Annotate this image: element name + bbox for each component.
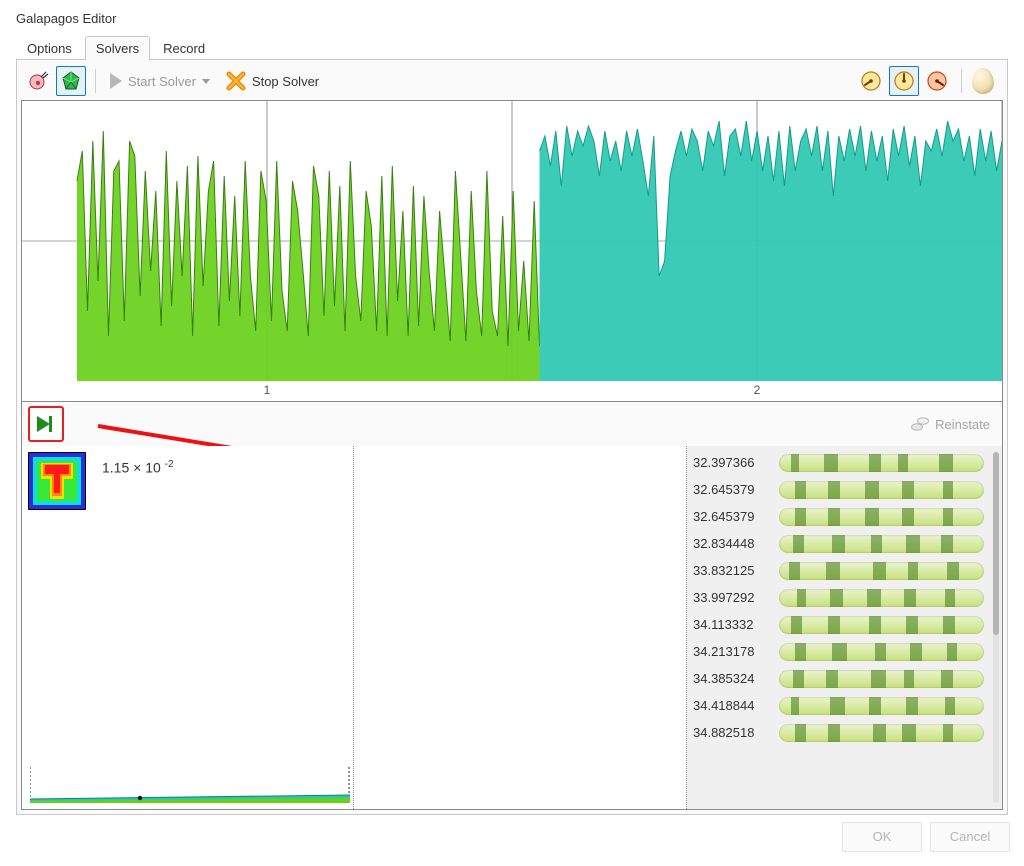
genome-value: 32.397366 bbox=[691, 455, 779, 470]
genome-bar bbox=[779, 508, 984, 526]
middle-panel bbox=[354, 446, 687, 809]
reinstate-bar: Reinstate bbox=[21, 402, 1003, 446]
genome-value: 32.645379 bbox=[691, 509, 779, 524]
genome-bar bbox=[779, 616, 984, 634]
convergence-plot bbox=[30, 767, 350, 803]
toolbar: Start Solver Stop Solver bbox=[21, 64, 1003, 100]
solver-annealing-button[interactable] bbox=[56, 66, 86, 96]
start-solver-button[interactable]: Start Solver bbox=[102, 67, 218, 95]
genome-row[interactable]: 34.113332 bbox=[691, 612, 1002, 637]
genome-row[interactable]: 32.645379 bbox=[691, 477, 1002, 502]
genome-row[interactable]: 33.832125 bbox=[691, 558, 1002, 583]
genome-scrollbar[interactable] bbox=[993, 452, 999, 803]
genome-bar bbox=[779, 562, 984, 580]
fitness-chart[interactable]: 12 bbox=[21, 100, 1003, 402]
genome-panel: 32.397366 32.645379 32.645379 32.834448 33.8… bbox=[687, 446, 1002, 809]
stop-solver-button[interactable]: Stop Solver bbox=[218, 67, 327, 95]
genome-bar bbox=[779, 589, 984, 607]
x-tick: 1 bbox=[22, 383, 512, 401]
window-title: Galapagos Editor bbox=[10, 5, 1014, 34]
egg-icon bbox=[972, 68, 994, 94]
genome-bar bbox=[779, 454, 984, 472]
tab-solvers[interactable]: Solvers bbox=[85, 36, 150, 60]
speed-medium-button[interactable] bbox=[889, 66, 919, 96]
play-icon bbox=[110, 73, 122, 89]
x-icon bbox=[226, 71, 246, 91]
genome-value: 34.385324 bbox=[691, 671, 779, 686]
genome-bar bbox=[779, 481, 984, 499]
toolbar-separator bbox=[961, 69, 962, 93]
stop-solver-label: Stop Solver bbox=[252, 74, 319, 89]
reinstate-button[interactable]: Reinstate bbox=[902, 412, 998, 436]
solution-fitness-value: 1.15 × 10 -2 bbox=[102, 452, 174, 477]
cancel-button[interactable]: Cancel bbox=[930, 822, 1010, 852]
genome-value: 33.997292 bbox=[691, 590, 779, 605]
genome-row[interactable]: 32.397366 bbox=[691, 450, 1002, 475]
gauge-mid-icon bbox=[893, 70, 915, 92]
solver-evolutionary-button[interactable] bbox=[23, 66, 53, 96]
genome-bar bbox=[779, 535, 984, 553]
tab-record[interactable]: Record bbox=[152, 36, 216, 60]
ok-button[interactable]: OK bbox=[842, 822, 922, 852]
reinstate-icon bbox=[910, 414, 930, 434]
start-solver-label: Start Solver bbox=[128, 74, 196, 89]
toolbar-separator bbox=[95, 69, 96, 93]
genome-value: 34.418844 bbox=[691, 698, 779, 713]
genome-value: 33.832125 bbox=[691, 563, 779, 578]
solution-thumbnail[interactable] bbox=[28, 452, 86, 510]
genome-bar bbox=[779, 670, 984, 688]
egg-indicator bbox=[968, 66, 998, 96]
speed-slow-button[interactable] bbox=[856, 66, 886, 96]
tab-bar: Options Solvers Record bbox=[10, 34, 1014, 60]
genome-row[interactable]: 34.882518 bbox=[691, 720, 1002, 745]
genome-bar bbox=[779, 724, 984, 742]
genome-row[interactable]: 34.213178 bbox=[691, 639, 1002, 664]
genome-bar bbox=[779, 643, 984, 661]
gauge-high-icon bbox=[926, 70, 948, 92]
genome-value: 34.213178 bbox=[691, 644, 779, 659]
genome-row[interactable]: 34.385324 bbox=[691, 666, 1002, 691]
gem-icon bbox=[60, 70, 82, 92]
fitness-chart-svg bbox=[22, 101, 1002, 381]
genome-row[interactable]: 34.418844 bbox=[691, 693, 1002, 718]
genome-value: 32.645379 bbox=[691, 482, 779, 497]
skip-to-end-button[interactable] bbox=[28, 406, 64, 442]
genome-row[interactable]: 32.834448 bbox=[691, 531, 1002, 556]
genome-bar bbox=[779, 697, 984, 715]
amoeba-icon bbox=[27, 70, 49, 92]
genome-row[interactable]: 32.645379 bbox=[691, 504, 1002, 529]
genome-value: 34.113332 bbox=[691, 617, 779, 632]
genome-row[interactable]: 33.997292 bbox=[691, 585, 1002, 610]
tab-options[interactable]: Options bbox=[16, 36, 83, 60]
x-tick: 2 bbox=[512, 383, 1002, 401]
genome-value: 32.834448 bbox=[691, 536, 779, 551]
genome-value: 34.882518 bbox=[691, 725, 779, 740]
skip-end-icon bbox=[36, 414, 56, 434]
solution-panel: 1.15 × 10 -2 bbox=[22, 446, 354, 809]
chevron-down-icon bbox=[202, 79, 210, 84]
gauge-low-icon bbox=[860, 70, 882, 92]
reinstate-label: Reinstate bbox=[935, 417, 990, 432]
speed-fast-button[interactable] bbox=[922, 66, 952, 96]
